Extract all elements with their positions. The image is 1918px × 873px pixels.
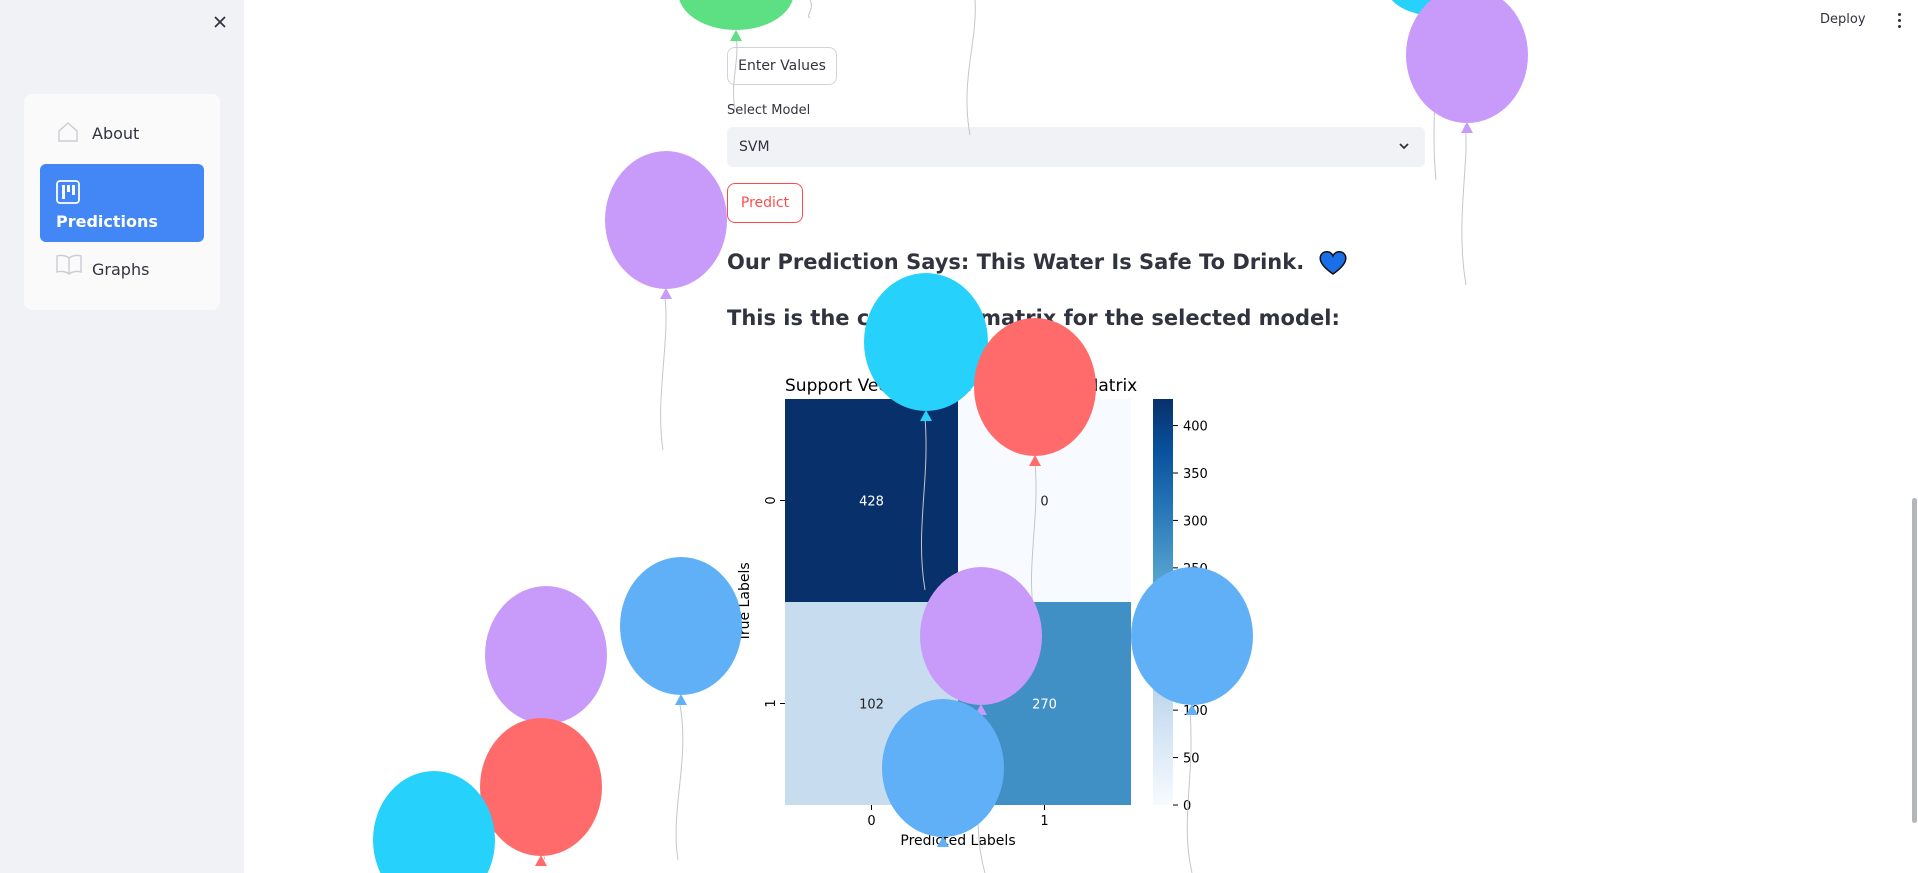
blue-heart-icon <box>1318 251 1347 275</box>
enter-values-button[interactable]: Enter Values <box>727 47 837 85</box>
balloon <box>485 586 607 724</box>
balloon <box>679 0 793 30</box>
sidebar-item-label: Graphs <box>92 260 150 279</box>
balloon <box>1406 0 1528 123</box>
colorbar-tick-label: 350 <box>1183 467 1208 482</box>
dots-icon <box>1897 12 1901 16</box>
cell-value-label: 428 <box>859 495 884 510</box>
colorbar-tick-label: 300 <box>1183 514 1208 529</box>
chevron-down-icon <box>1399 143 1409 150</box>
prediction-text: Our Prediction Says: This Water Is Safe … <box>727 250 1305 274</box>
confusion-matrix-svg: 428 0 102 270 Support Vector Machine Confusi… <box>737 376 1208 849</box>
x-axis-label: Predicted Labels <box>900 833 1015 849</box>
chart-title: Support Vector Machine Confusion Matrix <box>785 376 1137 396</box>
select-model-label: Select Model <box>727 103 811 118</box>
model-select[interactable]: SVM <box>727 127 1425 167</box>
colorbar-tick-label: 250 <box>1183 562 1208 577</box>
chart-icon <box>56 180 80 204</box>
predict-button[interactable]: Predict <box>727 183 803 223</box>
sidebar-item-label: About <box>92 124 140 143</box>
colorbar-tick-label: 0 <box>1183 799 1191 814</box>
confusion-matrix-chart: 428 0 102 270 Support Vector Machine Confusi… <box>727 365 1247 855</box>
y-axis-label: True Labels <box>737 562 753 642</box>
scrollbar[interactable] <box>1912 498 1917 823</box>
colorbar-tick-label: 150 <box>1183 657 1208 672</box>
colorbar <box>1153 399 1173 805</box>
balloon <box>605 151 727 289</box>
sidebar-item-predictions[interactable]: Predictions <box>40 164 204 242</box>
sidebar-item-label: Predictions <box>56 212 158 231</box>
prediction-result: Our Prediction Says: This Water Is Safe … <box>727 250 1348 276</box>
balloon <box>620 557 742 695</box>
colorbar-tick-label: 400 <box>1183 420 1208 435</box>
y-tick-label: 0 <box>764 496 779 504</box>
x-tick-label: 1 <box>1040 814 1048 829</box>
balloon <box>1391 0 1483 16</box>
deploy-button[interactable]: Deploy <box>1820 12 1866 27</box>
colorbar-tick-label: 50 <box>1183 752 1200 767</box>
colorbar-tick-label: 200 <box>1183 609 1208 624</box>
cell-value-label: 270 <box>1032 698 1057 713</box>
main-menu-button[interactable] <box>1892 10 1906 30</box>
x-tick-label: 0 <box>867 814 875 829</box>
balloon <box>373 771 495 873</box>
nav-menu: About Predictions Graphs <box>24 94 220 310</box>
book-icon <box>56 254 82 275</box>
house-icon <box>58 122 78 142</box>
confusion-matrix-heading: This is the confusion matrix for the sel… <box>727 306 1340 330</box>
y-tick-label: 1 <box>764 699 779 707</box>
sidebar-item-about[interactable]: About <box>40 114 204 150</box>
balloon <box>480 718 602 856</box>
sidebar-item-graphs[interactable]: Graphs <box>40 246 204 282</box>
model-select-value: SVM <box>739 139 770 155</box>
close-icon <box>214 16 226 28</box>
cell-value-label: 0 <box>1040 495 1048 510</box>
sidebar: About Predictions Graphs <box>0 0 244 873</box>
close-sidebar-button[interactable] <box>208 10 232 34</box>
colorbar-tick-label: 100 <box>1183 704 1208 719</box>
cell-value-label: 102 <box>859 698 884 713</box>
